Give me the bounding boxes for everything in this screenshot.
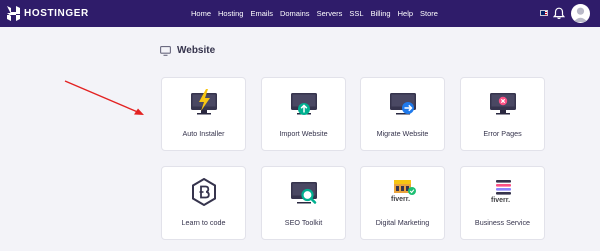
avatar[interactable] bbox=[571, 4, 590, 23]
top-navbar: HOSTINGER Home Hosting Emails Domains Se… bbox=[0, 0, 600, 27]
card-label: Learn to code bbox=[181, 218, 226, 227]
digital-marketing-card[interactable]: fiverr. Digital Marketing bbox=[360, 166, 445, 240]
hostinger-logo-icon bbox=[7, 6, 20, 21]
monitor-upload-icon bbox=[291, 93, 317, 115]
bell-icon[interactable] bbox=[553, 7, 565, 20]
business-service-card[interactable]: fiverr. Business Service bbox=[460, 166, 545, 240]
import-website-card[interactable]: Import Website bbox=[261, 77, 346, 151]
uk-flag-icon[interactable] bbox=[540, 10, 548, 16]
card-label: SEO Toolkit bbox=[284, 218, 323, 227]
brand-name: HOSTINGER bbox=[24, 8, 89, 19]
card-label: Auto Installer bbox=[182, 129, 225, 138]
card-label: Error Pages bbox=[483, 129, 522, 138]
fiverr-badge: fiverr. bbox=[491, 197, 510, 204]
nav-emails[interactable]: Emails bbox=[250, 8, 273, 19]
code-badge-icon bbox=[192, 178, 216, 206]
monitor-search-icon bbox=[291, 182, 317, 204]
seo-toolkit-card[interactable]: SEO Toolkit bbox=[261, 166, 346, 240]
annotation-arrow-icon bbox=[64, 80, 144, 115]
fiverr-list-icon: fiverr. bbox=[491, 180, 511, 204]
migrate-website-card[interactable]: Migrate Website bbox=[360, 77, 445, 151]
fiverr-badge: fiverr. bbox=[391, 196, 410, 203]
nav-store[interactable]: Store bbox=[420, 8, 438, 19]
card-label: Import Website bbox=[279, 129, 328, 138]
error-pages-card[interactable]: Error Pages bbox=[460, 77, 545, 151]
fiverr-store-icon: fiverr. bbox=[391, 180, 416, 203]
card-label: Migrate Website bbox=[376, 129, 429, 138]
learn-to-code-card[interactable]: Learn to code bbox=[161, 166, 246, 240]
section-title: Website bbox=[177, 45, 216, 56]
hostinger-logo[interactable]: HOSTINGER bbox=[7, 6, 89, 21]
nav-ssl[interactable]: SSL bbox=[349, 8, 363, 19]
nav-domains[interactable]: Domains bbox=[280, 8, 310, 19]
card-label: Digital Marketing bbox=[375, 218, 430, 227]
monitor-icon bbox=[160, 45, 171, 56]
nav-help[interactable]: Help bbox=[398, 8, 413, 19]
nav-servers[interactable]: Servers bbox=[317, 8, 343, 19]
section-header: Website bbox=[160, 45, 215, 56]
nav-hosting[interactable]: Hosting bbox=[218, 8, 243, 19]
lightning-monitor-icon bbox=[191, 89, 217, 115]
user-icon bbox=[573, 7, 588, 22]
monitor-error-icon bbox=[490, 93, 516, 115]
card-label: Business Service bbox=[474, 218, 531, 227]
monitor-migrate-icon bbox=[390, 93, 416, 115]
auto-installer-card[interactable]: Auto Installer bbox=[161, 77, 246, 151]
main-nav: Home Hosting Emails Domains Servers SSL … bbox=[191, 8, 438, 19]
nav-billing[interactable]: Billing bbox=[371, 8, 391, 19]
nav-home[interactable]: Home bbox=[191, 8, 211, 19]
